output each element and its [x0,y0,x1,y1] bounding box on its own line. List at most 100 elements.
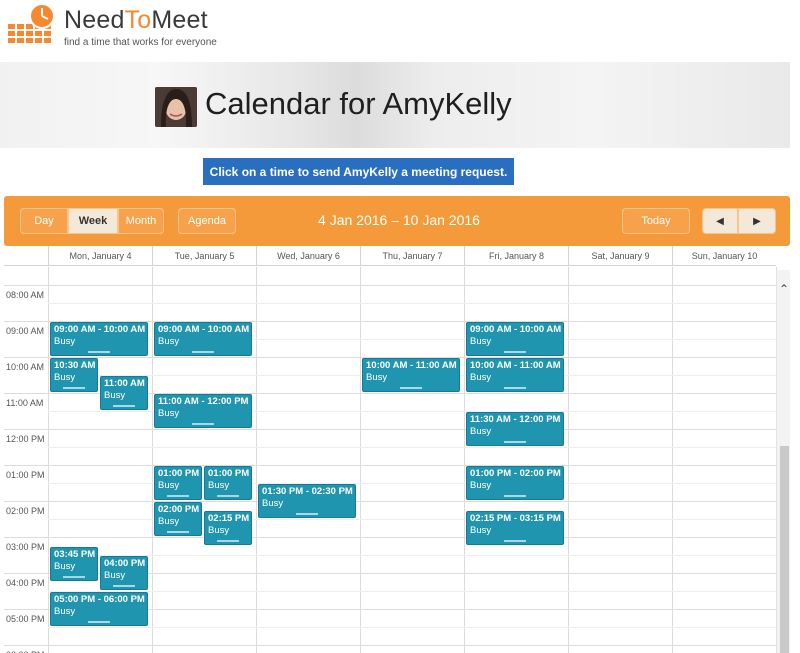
resize-handle[interactable] [296,513,318,515]
calendar-toolbar: Day Week Month Agenda 4 Jan 2016 – 10 Ja… [4,196,790,246]
busy-event[interactable]: 02:00 PM Busy [154,502,202,536]
view-week-button[interactable]: Week [68,208,118,234]
busy-event[interactable]: 01:00 PM Busy [154,466,202,500]
time-label: 03:00 PM [6,542,45,552]
busy-event[interactable]: 04:00 PM Busy [100,556,148,590]
resize-handle[interactable] [192,423,214,425]
resize-handle[interactable] [400,387,422,389]
half-hour-line [48,627,776,628]
resize-handle[interactable] [88,621,110,623]
brand-name-need: Need [64,6,125,34]
event-time: 01:00 PM [208,468,250,479]
busy-event[interactable]: 01:00 PM Busy [204,466,252,500]
day-column-divider [672,267,673,653]
day-column-divider [152,267,153,653]
busy-event[interactable]: 09:00 AM - 10:00 AM Busy [154,322,252,356]
half-hour-line [48,447,776,448]
event-status: Busy [54,561,76,572]
busy-event[interactable]: 11:30 AM - 12:00 PM Busy [466,412,564,446]
view-day-button[interactable]: Day [20,208,68,234]
resize-handle[interactable] [192,351,214,353]
chevron-up-icon[interactable]: ⌃ [777,282,791,296]
event-status: Busy [470,336,492,347]
event-status: Busy [158,480,180,491]
busy-event[interactable]: 11:00 AM Busy [100,376,148,410]
busy-event[interactable]: 02:15 PM - 03:15 PM Busy [466,511,564,545]
event-time: 03:45 PM [54,549,96,560]
event-status: Busy [262,498,284,509]
time-grid[interactable]: 08:00 AM 09:00 AM 10:00 AM 11:00 AM 12:00 PM… [4,267,777,653]
event-time: 09:00 AM - 10:00 AM [158,324,250,335]
event-status: Busy [470,372,492,383]
busy-event[interactable]: 09:00 AM - 10:00 AM Busy [466,322,564,356]
calendar-clock-logo-icon [8,3,55,43]
busy-event[interactable]: 10:00 AM - 11:00 AM Busy [466,358,564,392]
day-header-row: Mon, January 4 Tue, January 5 Wed, January… [4,246,776,266]
resize-handle[interactable] [504,387,526,389]
event-time: 01:30 PM - 02:30 PM [262,486,353,497]
next-week-button[interactable]: ▶ [738,208,776,234]
view-agenda-button[interactable]: Agenda [178,208,236,234]
date-range-label: 4 Jan 2016 – 10 Jan 2016 [318,212,480,228]
event-time: 11:30 AM - 12:00 PM [470,414,561,425]
busy-event[interactable]: 01:00 PM - 02:00 PM Busy [466,466,564,500]
day-column-divider [360,267,361,653]
hour-line [4,537,776,538]
resize-handle[interactable] [113,405,135,407]
view-month-button[interactable]: Month [118,208,164,234]
busy-event[interactable]: 03:45 PM Busy [50,547,98,581]
vertical-scrollbar[interactable]: ⌃ [776,270,790,653]
hour-line [4,285,776,286]
brand-name-meet: Meet [151,6,208,34]
day-header: Sun, January 10 [672,246,776,266]
resize-handle[interactable] [217,540,239,542]
brand-name-to: To [124,6,152,34]
day-header: Mon, January 4 [48,246,152,266]
busy-event[interactable]: 02:15 PM Busy [204,511,252,545]
resize-handle[interactable] [167,495,189,497]
busy-event[interactable]: 10:00 AM - 11:00 AM Busy [362,358,460,392]
resize-handle[interactable] [504,495,526,497]
event-time: 02:15 PM - 03:15 PM [470,513,561,524]
busy-event[interactable]: 05:00 PM - 06:00 PM Busy [50,592,148,626]
event-status: Busy [104,570,126,581]
time-label: 10:00 AM [6,362,45,372]
hour-line [4,465,776,466]
day-column-divider [464,267,465,653]
resize-handle[interactable] [63,576,85,578]
event-time: 01:00 PM - 02:00 PM [470,468,561,479]
busy-event[interactable]: 11:00 AM - 12:00 PM Busy [154,394,252,428]
event-status: Busy [208,480,230,491]
event-status: Busy [158,408,180,419]
event-time: 09:00 AM - 10:00 AM [470,324,562,335]
event-time: 02:15 PM [208,513,250,524]
event-status: Busy [104,390,126,401]
resize-handle[interactable] [113,585,135,587]
avatar [155,87,197,127]
hour-line [4,429,776,430]
half-hour-line [48,303,776,304]
resize-handle[interactable] [88,351,110,353]
event-status: Busy [158,336,180,347]
event-time: 10:00 AM - 11:00 AM [366,360,457,371]
resize-handle[interactable] [217,495,239,497]
resize-handle[interactable] [167,531,189,533]
event-status: Busy [54,606,76,617]
day-header: Tue, January 5 [152,246,256,266]
resize-handle[interactable] [504,441,526,443]
busy-event[interactable]: 09:00 AM - 10:00 AM Busy [50,322,148,356]
today-button[interactable]: Today [622,208,690,234]
scrollbar-thumb[interactable] [780,446,789,653]
busy-event[interactable]: 10:30 AM Busy [50,358,98,392]
time-label: 08:00 AM [6,290,45,300]
event-status: Busy [208,525,230,536]
event-status: Busy [54,372,76,383]
event-time: 05:00 PM - 06:00 PM [54,594,145,605]
resize-handle[interactable] [504,540,526,542]
meeting-request-hint: Click on a time to send AmyKelly a meeti… [203,158,514,185]
resize-handle[interactable] [504,351,526,353]
day-header: Sat, January 9 [568,246,672,266]
resize-handle[interactable] [63,387,85,389]
busy-event[interactable]: 01:30 PM - 02:30 PM Busy [258,484,356,518]
prev-week-button[interactable]: ◀ [702,208,738,234]
